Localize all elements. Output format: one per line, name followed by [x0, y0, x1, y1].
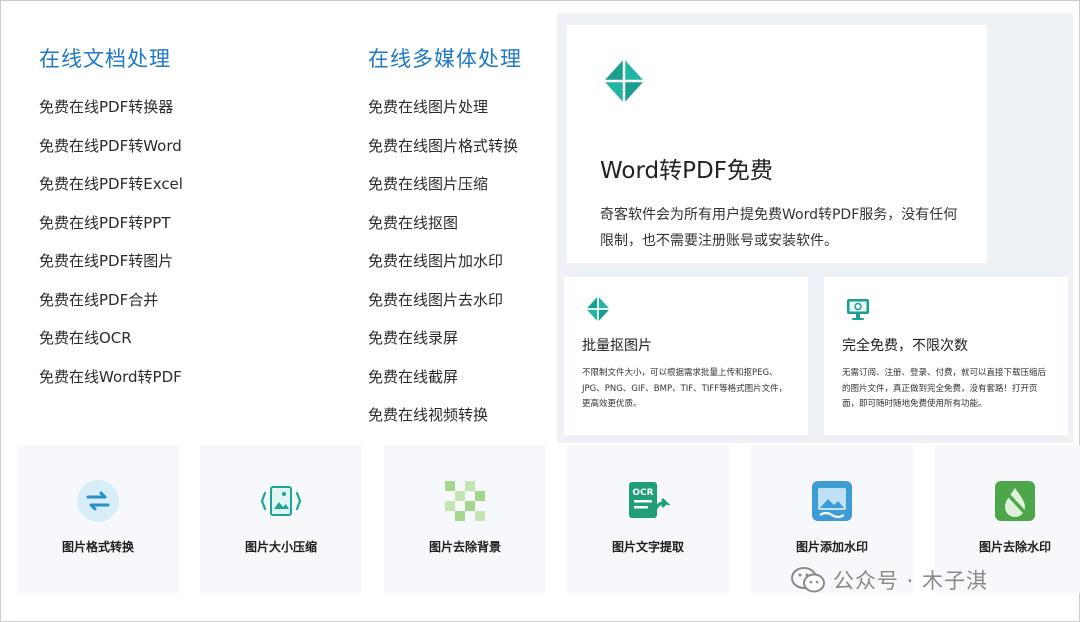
resize-compress-icon	[260, 486, 302, 516]
doc-menu-item[interactable]: 免费在线PDF转换器	[39, 88, 339, 127]
feature-card-description: 无需订阅、注册、登录、付费，就可以直接下载压缩后的图片文件，真正做到完全免费，没…	[842, 368, 1047, 409]
pinwheel-logo-icon	[604, 59, 644, 103]
media-menu-list: 免费在线图片处理 免费在线图片格式转换 免费在线图片压缩 免费在线抠图 免费在线…	[368, 88, 558, 435]
media-menu-item[interactable]: 免费在线截屏	[368, 358, 558, 397]
media-menu-item[interactable]: 免费在线图片压缩	[368, 165, 558, 204]
tile-resize-compress[interactable]: 图片大小压缩	[200, 445, 362, 593]
media-menu-item[interactable]: 免费在线图片加水印	[368, 242, 558, 281]
hero-title: Word转PDF免费	[600, 158, 773, 184]
feature-card-description: 不限制文件大小，可以根据需求批量上传和抠PEG、JPG、PNG、GIF、BMP、…	[582, 368, 788, 409]
doc-menu-item[interactable]: 免费在线Word转PDF	[39, 358, 339, 397]
tile-label: 图片去除水印	[978, 540, 1051, 554]
add-watermark-icon	[812, 481, 852, 521]
remove-background-icon	[445, 481, 485, 521]
wechat-icon	[791, 567, 825, 593]
feature-card-batch: 批量抠图片 不限制文件大小，可以根据需求批量上传和抠PEG、JPG、PNG、GI…	[564, 277, 808, 435]
tile-label: 图片大小压缩	[244, 540, 317, 554]
media-processing-column: 在线多媒体处理 免费在线图片处理 免费在线图片格式转换 免费在线图片压缩 免费在…	[368, 41, 558, 435]
svg-text:OCR: OCR	[632, 488, 653, 498]
monitor-icon	[847, 299, 869, 320]
media-menu-item[interactable]: 免费在线图片去水印	[368, 281, 558, 320]
tile-format-convert[interactable]: 图片格式转换	[17, 445, 179, 593]
feature-card-title: 完全免费，不限次数	[842, 338, 968, 354]
media-menu-item[interactable]: 免费在线图片处理	[368, 88, 558, 127]
feature-card-free: 完全免费，不限次数 无需订阅、注册、登录、付费，就可以直接下载压缩后的图片文件，…	[824, 277, 1068, 435]
watermark-text: 公众号 · 木子淇	[833, 569, 989, 593]
pinwheel-logo-icon	[586, 296, 610, 322]
remove-watermark-icon	[995, 481, 1035, 521]
tile-label: 图片文字提取	[611, 540, 684, 554]
format-convert-icon	[77, 480, 119, 522]
media-menu-item[interactable]: 免费在线图片格式转换	[368, 127, 558, 166]
page-frame: 在线文档处理 免费在线PDF转换器 免费在线PDF转Word 免费在线PDF转E…	[0, 0, 1080, 622]
feature-card-title: 批量抠图片	[582, 338, 652, 354]
doc-menu-item[interactable]: 免费在线PDF转PPT	[39, 204, 339, 243]
tile-label: 图片添加水印	[795, 540, 868, 554]
doc-menu-item[interactable]: 免费在线PDF转图片	[39, 242, 339, 281]
media-menu-item[interactable]: 免费在线视频转换	[368, 396, 558, 435]
media-menu-item[interactable]: 免费在线抠图	[368, 204, 558, 243]
tile-label: 图片去除背景	[428, 540, 501, 554]
doc-menu-item[interactable]: 免费在线OCR	[39, 319, 339, 358]
doc-column-title: 在线文档处理	[39, 47, 171, 71]
tile-label: 图片格式转换	[61, 540, 134, 554]
tile-remove-background[interactable]: 图片去除背景	[384, 445, 546, 593]
doc-menu-item[interactable]: 免费在线PDF合并	[39, 281, 339, 320]
doc-menu-item[interactable]: 免费在线PDF转Excel	[39, 165, 339, 204]
doc-processing-column: 在线文档处理 免费在线PDF转换器 免费在线PDF转Word 免费在线PDF转E…	[39, 41, 339, 396]
ocr-extract-icon: OCR	[629, 482, 670, 518]
doc-menu-list: 免费在线PDF转换器 免费在线PDF转Word 免费在线PDF转Excel 免费…	[39, 88, 339, 396]
hero-description: 奇客软件会为所有用户提免费Word转PDF服务，没有任何限制，也不需要注册账号或…	[600, 207, 958, 249]
account-watermark: 公众号 · 木子淇	[791, 565, 988, 595]
media-column-title: 在线多媒体处理	[368, 47, 522, 71]
media-menu-item[interactable]: 免费在线录屏	[368, 319, 558, 358]
tile-ocr-extract[interactable]: OCR 图片文字提取	[567, 445, 729, 593]
hero-card: Word转PDF免费 奇客软件会为所有用户提免费Word转PDF服务，没有任何限…	[567, 25, 987, 263]
doc-menu-item[interactable]: 免费在线PDF转Word	[39, 127, 339, 166]
